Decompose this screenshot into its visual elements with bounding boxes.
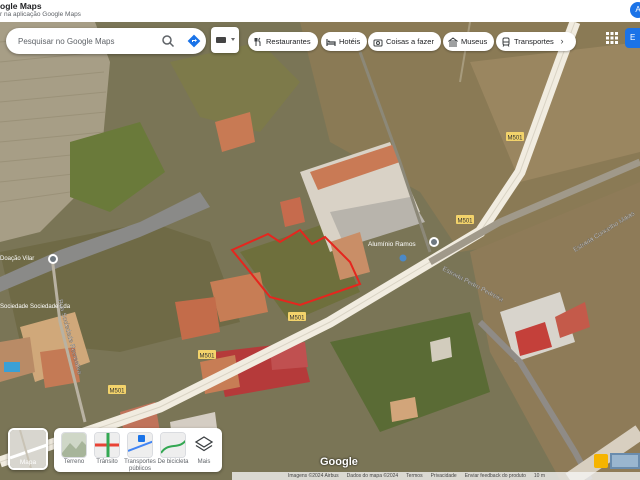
layers-toggle-button[interactable]: Mapa [8,428,48,470]
place-pin-icon[interactable] [399,254,407,262]
terms-link[interactable]: Termos [406,473,422,479]
bicycle-icon [161,433,185,457]
layer-label: Mais [197,459,211,465]
attribution-bar: Imagens ©2024 Airbus Dados do mapa ©2024… [232,472,640,480]
layer-terrain[interactable]: Terreno [58,432,90,466]
layers-panel: Terreno Trânsito Transportes públicos De… [54,428,222,472]
map-canvas[interactable]: M501 M501 M501 M501 M501 Estrada Pedro P… [0,22,640,480]
google-logo: Google [320,456,358,468]
chip-things-to-do[interactable]: Coisas a fazer [368,32,441,51]
place-pin-icon[interactable] [48,254,58,264]
search-box[interactable] [6,28,206,54]
road-label: M501 [199,354,215,360]
layer-label: Terreno [63,459,85,465]
app-banner: ogle Maps r na aplicação Google Maps A [0,0,640,22]
sign-in-button[interactable]: E [625,28,640,48]
layers-icon [194,436,214,452]
chip-label: Coisas a fazer [386,37,434,46]
attribution-imagery: Imagens ©2024 Airbus [288,473,339,479]
layers-main-label: Mapa [19,459,37,466]
road-label: M501 [507,136,523,142]
layer-more[interactable]: Mais [188,432,220,466]
chip-label: Hotéis [339,37,361,46]
directions-icon[interactable] [187,34,201,48]
search-input[interactable] [18,33,148,49]
search-icon[interactable] [161,34,175,48]
globe-toggle-icon[interactable] [610,453,640,469]
restaurant-icon [254,37,261,46]
layer-label: De bicicleta [157,459,189,465]
terrain-icon [62,433,86,457]
museum-icon [448,36,458,46]
chip-hotels[interactable]: Hotéis [321,32,368,51]
chip-label: Transportes [514,37,554,46]
place-label: Sociedade Sociedade Lda [0,304,71,310]
layer-traffic[interactable]: Trânsito [91,432,123,466]
chip-label: Museus [461,37,488,46]
transit-icon [502,37,510,47]
place-pin-icon[interactable] [429,237,439,247]
maps-app: ogle Maps r na aplicação Google Maps A M… [0,0,640,480]
hotel-icon [326,38,336,46]
layer-bicycling[interactable]: De bicicleta [157,432,189,466]
apps-grid-icon[interactable] [604,30,620,46]
keyboard-button[interactable] [211,27,239,53]
transit-layer-icon [128,433,152,457]
street-view-pegman-icon[interactable] [594,454,608,468]
place-label: Alumínio Ramos [368,241,416,248]
place-label: Doação Vilar [0,256,34,262]
privacy-link[interactable]: Privacidade [431,473,457,479]
scale-bar[interactable]: 10 m [534,473,545,479]
road-label: M501 [109,389,125,395]
traffic-icon [95,433,119,457]
banner-subtitle[interactable]: r na aplicação Google Maps [0,11,81,18]
layer-label: Trânsito [96,459,118,465]
attribution-map-data: Dados do mapa ©2024 [346,473,399,479]
layer-label: Transportes públicos [124,459,156,472]
chip-restaurants[interactable]: Restaurantes [248,32,318,51]
chip-museums[interactable]: Museus [443,32,495,51]
keyboard-icon [216,37,235,43]
layer-transit[interactable]: Transportes públicos [124,432,156,472]
feedback-link[interactable]: Enviar feedback do produto [465,473,526,479]
road-label: M501 [457,219,473,225]
camera-icon [373,39,383,46]
open-app-button[interactable]: A [630,2,640,18]
chip-label: Restaurantes [266,37,311,46]
satellite-map[interactable]: M501 M501 M501 M501 M501 Estrada Pedro P… [0,22,640,480]
road-label: M501 [289,316,305,322]
banner-title: ogle Maps [0,1,42,11]
